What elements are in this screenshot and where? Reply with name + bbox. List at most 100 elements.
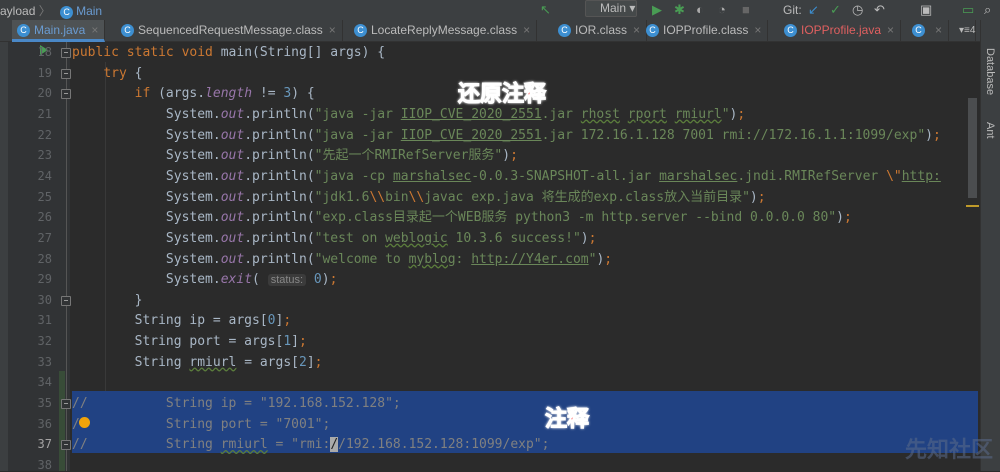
- code-token: System.: [72, 106, 221, 122]
- fold-marker-icon[interactable]: [61, 48, 71, 58]
- close-tab-icon[interactable]: ×: [91, 23, 98, 37]
- warning-marker[interactable]: [966, 205, 979, 207]
- breadcrumb-parent[interactable]: ayload: [0, 4, 35, 18]
- coverage-icon[interactable]: ◐: [696, 2, 704, 18]
- line-number: 37: [37, 437, 52, 452]
- run-anything-icon[interactable]: ▭: [962, 2, 974, 18]
- close-tab-icon[interactable]: ×: [935, 23, 942, 37]
- code-token: .println(: [244, 230, 315, 246]
- tab-main-java[interactable]: C Main.java ×: [12, 20, 106, 42]
- code-token: rhost: [580, 106, 620, 122]
- tab-iopprofile-java[interactable]: C IOPProfile.java ×: [779, 20, 902, 42]
- run-config-select[interactable]: Main ▾: [585, 0, 637, 17]
- build-hammer-icon[interactable]: ↖: [540, 2, 551, 18]
- close-tab-icon[interactable]: ×: [633, 23, 640, 37]
- code-token: out: [220, 251, 245, 267]
- code-line[interactable]: System.out.println("java -jar IIOP_CVE_2…: [72, 126, 941, 146]
- code-line[interactable]: System.out.println("先起一个RMIRefServer服务")…: [72, 146, 518, 166]
- code-line[interactable]: String port = args[1];: [72, 332, 307, 352]
- revert-icon[interactable]: ↶: [874, 2, 885, 18]
- fold-marker-icon[interactable]: [61, 68, 71, 79]
- code-line[interactable]: System.exit( status: 0);: [72, 270, 338, 290]
- code-token: rport: [627, 106, 667, 122]
- run-config-label: Main: [600, 1, 627, 15]
- code-token: 3: [283, 86, 292, 102]
- code-line[interactable]: System.out.println("test on weblogic 10.…: [72, 229, 597, 249]
- code-token: if: [134, 86, 159, 102]
- tab-sequencedrequestmessage-class[interactable]: C SequencedRequestMessage.class ×: [116, 20, 343, 42]
- line-number: 18: [37, 45, 52, 59]
- fold-marker-icon[interactable]: [61, 399, 71, 410]
- editor-tabs: C Main.java × C SequencedRequestMessage.clas…: [0, 20, 1000, 42]
- breadcrumb-current[interactable]: Main: [76, 4, 102, 18]
- fold-marker-icon[interactable]: [61, 295, 71, 306]
- line-number: 30: [37, 292, 52, 307]
- code-line[interactable]: / String port = "7001";: [72, 415, 330, 435]
- code-line[interactable]: System.out.println("exp.class目录起一个WEB服务 …: [72, 208, 852, 228]
- code-line[interactable]: System.out.println("jdk1.6\\bin\\javac e…: [72, 188, 766, 208]
- code-line[interactable]: System.out.println("java -cp marshalsec-…: [72, 167, 941, 187]
- tab-label: SequencedRequestMessage.class: [138, 23, 323, 37]
- code-token: main(String[] args) {: [220, 45, 386, 60]
- tab-ior-class[interactable]: C IOR.class ×: [553, 20, 648, 42]
- code-line[interactable]: // String rmiurl = "rmi://192.168.152.12…: [72, 435, 549, 455]
- close-tab-icon[interactable]: ×: [523, 23, 530, 37]
- code-token: "exp.class目录起一个WEB服务 python3 -m http.ser…: [314, 210, 837, 226]
- history-icon[interactable]: ◷: [852, 2, 863, 18]
- code-line[interactable]: System.out.println("java -jar IIOP_CVE_2…: [72, 105, 745, 125]
- code-token: String port = args[: [72, 334, 284, 350]
- line-number: 20: [37, 86, 52, 101]
- code-token: out: [220, 127, 245, 143]
- debug-icon[interactable]: ✱: [674, 2, 685, 18]
- tab-label: Main.java: [34, 23, 86, 37]
- code-token: ;: [737, 106, 746, 122]
- close-tab-icon[interactable]: ×: [887, 23, 894, 37]
- search-icon[interactable]: ⌕: [984, 2, 991, 18]
- code-token: (args.: [158, 86, 206, 102]
- line-number: 23: [37, 148, 52, 163]
- code-token: ;: [932, 127, 941, 143]
- git-update-icon[interactable]: ↙: [808, 2, 819, 18]
- code-token: System.: [72, 168, 221, 184]
- code-token: ]: [291, 334, 299, 350]
- code-token: :: [455, 251, 472, 267]
- tab-iopprofile-class[interactable]: C IOPProfile.class ×: [641, 20, 769, 42]
- project-structure-icon[interactable]: ▣: [920, 2, 932, 18]
- code-token: marshalsec: [659, 168, 738, 184]
- tab-locatereplymessage-class[interactable]: C LocateReplyMessage.class ×: [349, 20, 538, 42]
- code-line[interactable]: // String ip = "192.168.152.128";: [72, 394, 401, 414]
- close-tab-icon[interactable]: ×: [329, 23, 336, 37]
- tab-more[interactable]: C ×: [907, 20, 950, 42]
- project-panel-edge: [0, 42, 8, 471]
- tab-overflow-button[interactable]: ▾≡4: [955, 20, 977, 42]
- code-token: // String ip = "192.168.152.128";: [72, 396, 401, 412]
- close-tab-icon[interactable]: ×: [754, 23, 761, 37]
- code-line[interactable]: System.out.println("welcome to myblog: h…: [72, 250, 612, 270]
- stop-icon[interactable]: ■: [742, 2, 750, 18]
- line-number: 28: [37, 251, 52, 266]
- code-token: System.: [72, 230, 221, 246]
- class-icon: C: [558, 24, 571, 37]
- code-line[interactable]: String ip = args[0];: [72, 311, 292, 331]
- code-line[interactable]: String rmiurl = args[2];: [72, 353, 323, 373]
- profile-icon[interactable]: ◔: [718, 2, 726, 18]
- fold-marker-icon[interactable]: [61, 89, 71, 100]
- code-line[interactable]: try {: [72, 64, 142, 84]
- code-token: out: [220, 189, 245, 205]
- code-token: System.: [72, 210, 221, 226]
- code-line[interactable]: }: [72, 291, 143, 311]
- code-token: myblog: [408, 251, 456, 267]
- code-token: try: [103, 65, 135, 81]
- scrollbar[interactable]: [968, 98, 977, 198]
- vcs-change-marker: [59, 371, 65, 471]
- breadcrumb-separator: 〉: [38, 4, 51, 18]
- code-line[interactable]: if (args.length != 3) {: [72, 84, 315, 104]
- code-token: = args[: [236, 354, 299, 370]
- lightbulb-icon[interactable]: [79, 417, 90, 428]
- run-icon[interactable]: ▶: [652, 2, 662, 18]
- git-commit-icon[interactable]: ✓: [830, 2, 841, 18]
- code-line[interactable]: public static void main(String[] args) {: [72, 43, 385, 63]
- fold-marker-icon[interactable]: [61, 440, 71, 451]
- ant-panel-button[interactable]: Ant: [984, 122, 996, 139]
- database-panel-button[interactable]: Database: [984, 48, 996, 95]
